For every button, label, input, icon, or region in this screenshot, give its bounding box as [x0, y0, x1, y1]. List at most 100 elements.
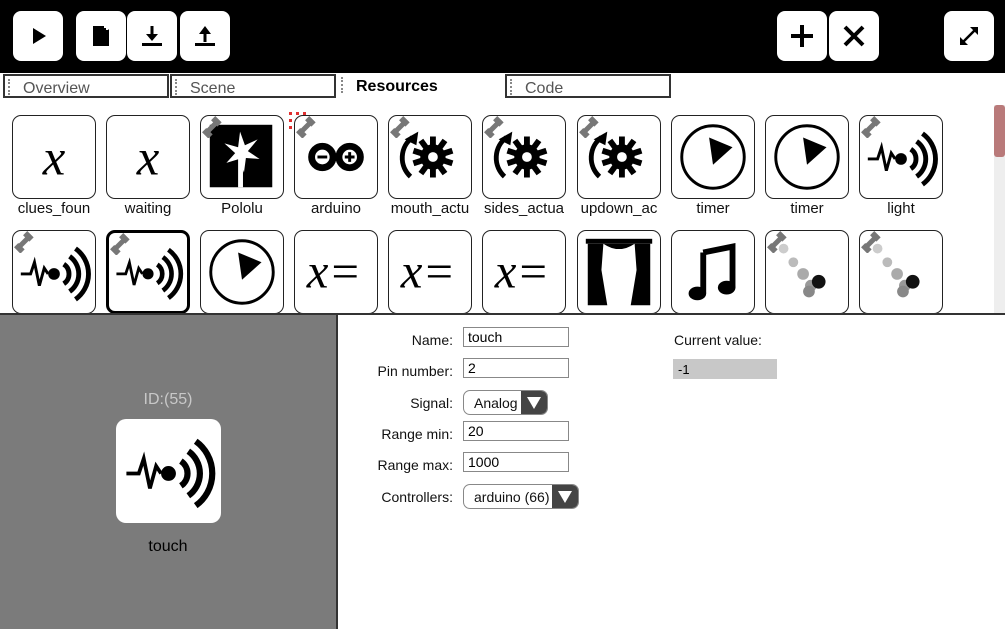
resource-label: waiting	[124, 200, 172, 217]
link-icon	[579, 116, 599, 138]
resource-item[interactable]	[388, 115, 472, 199]
tab-grip	[8, 79, 12, 95]
signal-value: Analog	[474, 395, 518, 411]
tab-grip	[510, 79, 514, 95]
resource-item[interactable]: x=	[388, 230, 472, 314]
svg-text:x=: x=	[400, 245, 456, 299]
link-icon	[296, 116, 316, 138]
download-icon	[142, 26, 162, 46]
controllers-value: arduino (66)	[474, 489, 550, 505]
resources-scrollbar[interactable]	[994, 105, 1005, 314]
resource-item[interactable]	[671, 230, 755, 314]
add-button[interactable]	[777, 11, 827, 61]
clock-icon	[774, 124, 840, 190]
resource-item[interactable]	[294, 115, 378, 199]
range-min-field[interactable]	[463, 421, 569, 441]
resource-item[interactable]	[200, 230, 284, 314]
resource-item[interactable]	[12, 230, 96, 314]
curtain-icon	[585, 238, 653, 306]
tab-code[interactable]: Code	[505, 74, 671, 98]
scrollbar-thumb[interactable]	[994, 105, 1005, 157]
tab-label: Resources	[356, 78, 438, 95]
resource-item[interactable]: x=	[294, 230, 378, 314]
resource-item[interactable]: x=	[482, 230, 566, 314]
plus-icon	[791, 25, 813, 47]
resource-label: arduino	[310, 200, 362, 217]
resource-item[interactable]	[200, 115, 284, 199]
resource-item[interactable]: x	[12, 115, 96, 199]
svg-text:x=: x=	[306, 245, 362, 299]
chevron-down-icon	[521, 391, 547, 414]
expand-button[interactable]	[944, 11, 994, 61]
signal-label: Signal:	[410, 395, 453, 411]
tab-label: Overview	[23, 80, 90, 97]
resource-item[interactable]	[482, 115, 566, 199]
svg-text:x: x	[42, 130, 66, 186]
resource-label: light	[887, 200, 915, 217]
resource-item[interactable]: x	[106, 115, 190, 199]
tab-label: Code	[525, 80, 564, 97]
chevron-down-icon	[552, 485, 578, 508]
new-file-button[interactable]	[76, 11, 126, 61]
name-label: Name:	[411, 332, 453, 348]
link-icon	[861, 116, 881, 138]
tab-scene[interactable]: Scene	[170, 74, 336, 98]
resource-item[interactable]	[765, 230, 849, 314]
resource-id-label: ID:(55)	[143, 391, 193, 408]
close-icon	[843, 25, 865, 47]
assign-x-icon: x=	[494, 245, 550, 299]
play-button[interactable]	[13, 11, 63, 61]
resource-preview-panel: ID:(55) touch	[0, 315, 336, 629]
resource-label: sides_actua	[483, 200, 565, 217]
sensor-signal-icon	[126, 438, 216, 509]
link-icon	[767, 231, 787, 253]
link-icon	[861, 231, 881, 253]
clock-icon	[209, 239, 275, 305]
controllers-label: Controllers:	[381, 489, 453, 505]
name-field[interactable]	[463, 327, 569, 347]
link-icon	[484, 116, 504, 138]
tab-overview[interactable]: Overview	[3, 74, 169, 98]
link-icon	[14, 231, 34, 253]
pin-number-label: Pin number:	[377, 363, 453, 379]
resource-label: Pololu	[221, 200, 263, 217]
resource-label: timer	[790, 200, 824, 217]
range-max-field[interactable]	[463, 452, 569, 472]
play-icon	[33, 28, 46, 44]
upload-button[interactable]	[180, 11, 230, 61]
link-icon	[202, 116, 222, 138]
clock-icon	[680, 124, 746, 190]
resource-label: updown_ac	[580, 200, 658, 217]
variable-x-icon: x	[42, 130, 66, 186]
resource-name-display: touch	[148, 538, 188, 555]
range-min-label: Range min:	[381, 426, 453, 442]
tab-grip	[175, 79, 179, 95]
current-value-display: -1	[673, 359, 777, 379]
tab-label: Scene	[190, 80, 236, 97]
current-value-label: Current value:	[674, 332, 762, 348]
resource-item[interactable]	[765, 115, 849, 199]
delete-button[interactable]	[829, 11, 879, 61]
upload-icon	[195, 26, 215, 46]
assign-x-icon: x=	[400, 245, 456, 299]
new-file-icon	[93, 24, 110, 46]
resource-item[interactable]	[577, 230, 661, 314]
resource-item[interactable]	[859, 115, 943, 199]
expand-icon	[960, 27, 978, 45]
variable-x-icon: x	[136, 130, 160, 186]
link-icon	[110, 233, 130, 255]
resource-preview-icon	[116, 419, 221, 523]
signal-select[interactable]: Analog	[463, 390, 548, 415]
resource-label: mouth_actu	[390, 200, 470, 217]
tab-resources[interactable]: Resources	[338, 74, 504, 98]
resource-item[interactable]	[859, 230, 943, 314]
tab-grip	[341, 77, 345, 93]
music-note-icon	[688, 243, 736, 301]
range-max-label: Range max:	[377, 457, 453, 473]
resource-item[interactable]	[577, 115, 661, 199]
pin-number-field[interactable]	[463, 358, 569, 378]
resource-item[interactable]	[671, 115, 755, 199]
controllers-select[interactable]: arduino (66)	[463, 484, 579, 509]
resource-item-selected[interactable]	[106, 230, 190, 314]
download-button[interactable]	[127, 11, 177, 61]
